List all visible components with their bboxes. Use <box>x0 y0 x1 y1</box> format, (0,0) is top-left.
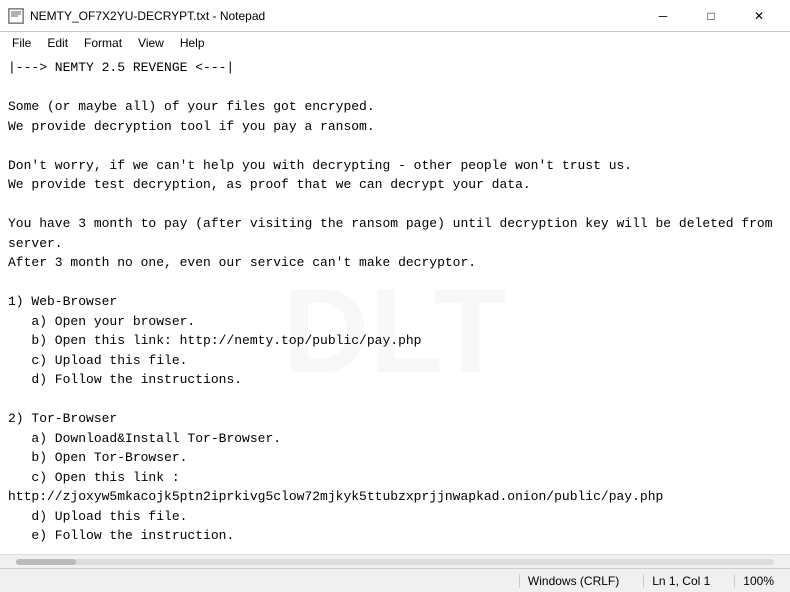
menu-format[interactable]: Format <box>76 34 130 52</box>
menu-view[interactable]: View <box>130 34 172 52</box>
encoding-status: Windows (CRLF) <box>519 574 627 588</box>
scrollbar-thumb[interactable] <box>16 559 76 565</box>
title-bar-left: NEMTY_OF7X2YU-DECRYPT.txt - Notepad <box>8 8 265 24</box>
menu-help[interactable]: Help <box>172 34 213 52</box>
menu-file[interactable]: File <box>4 34 39 52</box>
menu-bar: File Edit Format View Help <box>0 32 790 54</box>
title-bar: NEMTY_OF7X2YU-DECRYPT.txt - Notepad ─ □ … <box>0 0 790 32</box>
zoom-status: 100% <box>734 574 782 588</box>
scrollbar-track <box>16 559 774 565</box>
status-bar: Windows (CRLF) Ln 1, Col 1 100% <box>0 568 790 592</box>
editor-text[interactable]: |---> NEMTY 2.5 REVENGE <---| Some (or m… <box>8 58 782 554</box>
maximize-button[interactable]: □ <box>688 4 734 28</box>
position-status: Ln 1, Col 1 <box>643 574 718 588</box>
menu-edit[interactable]: Edit <box>39 34 76 52</box>
window-controls: ─ □ ✕ <box>640 4 782 28</box>
app-icon <box>8 8 24 24</box>
close-button[interactable]: ✕ <box>736 4 782 28</box>
content-wrapper: DLT |---> NEMTY 2.5 REVENGE <---| Some (… <box>8 58 782 554</box>
status-right: Windows (CRLF) Ln 1, Col 1 100% <box>519 574 782 588</box>
minimize-button[interactable]: ─ <box>640 4 686 28</box>
text-editor-area[interactable]: DLT |---> NEMTY 2.5 REVENGE <---| Some (… <box>0 54 790 554</box>
horizontal-scrollbar[interactable] <box>0 554 790 568</box>
window-title: NEMTY_OF7X2YU-DECRYPT.txt - Notepad <box>30 9 265 23</box>
